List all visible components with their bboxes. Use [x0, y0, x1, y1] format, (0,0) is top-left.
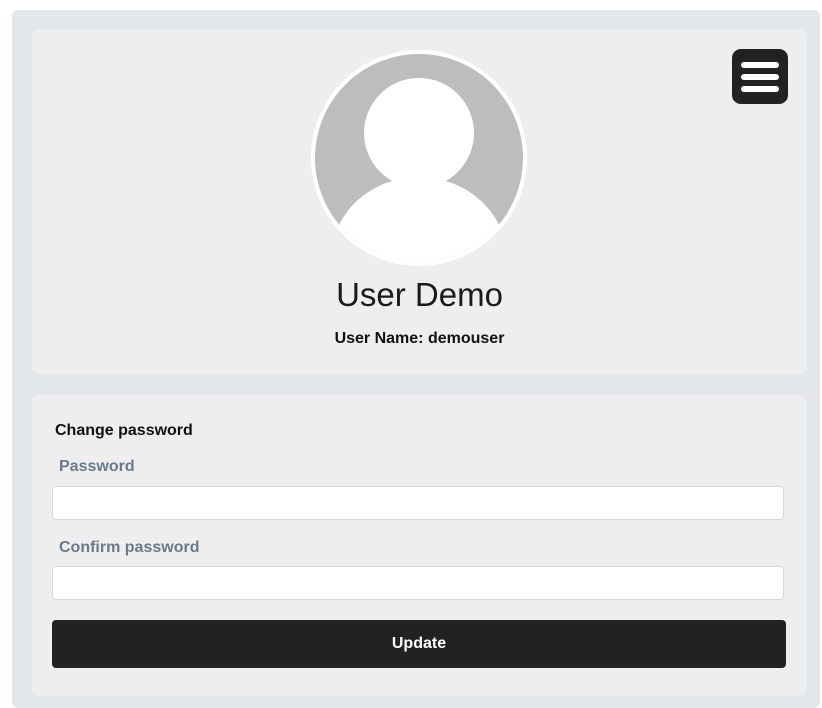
menu-button[interactable] [732, 49, 788, 104]
username-line: User Name: demouser [32, 330, 807, 348]
password-input[interactable] [52, 486, 784, 520]
profile-card: User Demo User Name: demouser [32, 29, 807, 374]
username-value: demouser [427, 330, 505, 347]
change-password-card: Change password Password Confirm passwor… [32, 395, 807, 696]
update-button[interactable]: Update [52, 620, 786, 668]
user-avatar-icon [311, 50, 527, 266]
password-label: Password [59, 458, 135, 475]
confirm-password-label: Confirm password [59, 539, 200, 556]
username-label: User Name: [334, 330, 424, 347]
page-frame: User Demo User Name: demouser Change pas… [12, 10, 820, 708]
confirm-password-input[interactable] [52, 566, 784, 600]
change-password-title: Change password [55, 422, 193, 439]
user-display-name: User Demo [336, 276, 503, 313]
avatar [310, 49, 528, 267]
